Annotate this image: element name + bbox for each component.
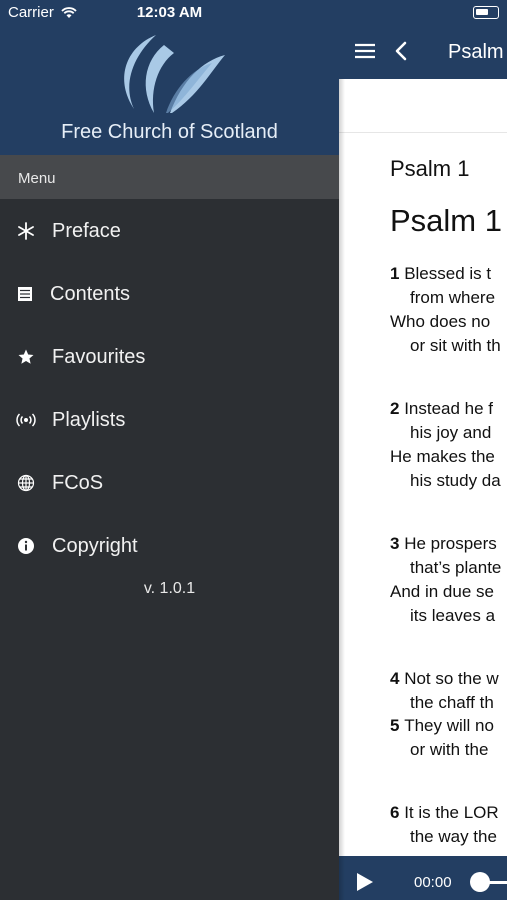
menu-item-playlists[interactable]: Playlists (0, 395, 339, 445)
side-drawer: Carrier 12:03 AM Free Church of Scotland… (0, 0, 339, 900)
menu-item-preface[interactable]: Preface (0, 206, 339, 256)
menu-item-label: FCoS (52, 471, 104, 494)
menu-header-label: Menu (18, 170, 56, 187)
asterisk-icon (0, 221, 52, 241)
verse-text: its leaves a (410, 606, 496, 625)
hamburger-menu-icon[interactable] (355, 43, 375, 59)
nav-title: Psalm (448, 41, 504, 63)
verse-text: He prospers (404, 534, 497, 553)
verse-text: from where (410, 288, 496, 307)
verse-line: He makes the (390, 447, 495, 467)
menu-item-label: Playlists (52, 408, 126, 431)
verse-text: Blessed is t (404, 264, 492, 283)
verse-number: 4 (390, 669, 405, 688)
star-icon (0, 348, 52, 366)
verse-text: They will no (404, 716, 494, 735)
verse-text: And in due se (390, 582, 494, 601)
broadcast-icon (0, 413, 52, 427)
app-screen: Carrier 12:03 AM Free Church of Scotland… (0, 0, 507, 900)
verse-text: It is the LOR (404, 803, 499, 822)
verse-line: or sit with th (410, 336, 501, 356)
verse-text: or with the (410, 740, 489, 759)
list-icon (0, 286, 50, 302)
verse-text: Not so the w (404, 669, 499, 688)
info-icon (0, 537, 52, 555)
playback-time: 00:00 (414, 874, 452, 891)
audio-player: 00:00 (339, 856, 507, 900)
verse-text: his study da (410, 471, 501, 490)
verse-line: Who does no (390, 312, 490, 332)
menu-item-favourites[interactable]: Favourites (0, 332, 339, 382)
verse-line: the way the (410, 827, 497, 847)
back-chevron-icon[interactable] (395, 41, 407, 61)
nav-bar: Psalm (339, 0, 507, 79)
verse-line: 1 Blessed is t (390, 264, 491, 284)
menu-header: Menu (0, 155, 339, 199)
verse-line: or with the (410, 740, 488, 760)
verse-line: from where (410, 288, 495, 308)
menu-item-contents[interactable]: Contents (0, 269, 339, 319)
menu-item-copyright[interactable]: Copyright (0, 521, 339, 571)
battery-icon (473, 6, 499, 19)
verse-text: the way the (410, 827, 497, 846)
menu-item-label: Preface (52, 219, 121, 242)
status-time: 12:03 AM (136, 4, 203, 21)
progress-slider-knob[interactable] (470, 872, 490, 892)
verse-number: 5 (390, 716, 405, 735)
menu-item-fcos[interactable]: FCoS (0, 458, 339, 508)
progress-track[interactable] (487, 881, 507, 884)
verse-line: his joy and (410, 423, 491, 443)
verse-number: 2 (390, 399, 405, 418)
verse-text: that’s plante (410, 558, 502, 577)
verse-line: 2 Instead he f (390, 399, 493, 419)
menu-item-label: Contents (50, 282, 131, 305)
app-version: v. 1.0.1 (143, 580, 196, 597)
verse-text: Who does no (390, 312, 491, 331)
menu-item-label: Copyright (52, 534, 138, 557)
verse-line: the chaff th (410, 693, 494, 713)
play-icon[interactable] (356, 872, 374, 892)
drawer-shadow (339, 79, 345, 900)
psalm-label: Psalm 1 (390, 156, 470, 181)
verse-text: Instead he f (404, 399, 494, 418)
verse-number: 6 (390, 803, 405, 822)
psalm-heading: Psalm 1 (390, 203, 502, 238)
psalm-content: Psalm Psalm 1 Psalm 1 1 Blessed is t from… (339, 0, 507, 900)
verse-text: He makes the (390, 447, 495, 466)
verse-line: its leaves a (410, 606, 495, 626)
verse-text: or sit with th (410, 336, 501, 355)
church-logo-icon (124, 35, 225, 113)
verse-number: 3 (390, 534, 405, 553)
globe-icon (0, 474, 52, 492)
verse-line: his study da (410, 471, 501, 491)
menu-item-label: Favourites (52, 345, 146, 368)
verse-line: 3 He prospers (390, 534, 497, 554)
verse-line: that’s plante (410, 558, 501, 578)
verse-line: 5 They will no (390, 716, 494, 736)
verse-text: the chaff th (410, 693, 494, 712)
verse-line: 6 It is the LOR (390, 803, 499, 823)
organization-name: Free Church of Scotland (61, 121, 278, 143)
content-subbar (339, 79, 507, 133)
verse-line: And in due se (390, 582, 494, 602)
verse-number: 1 (390, 264, 405, 283)
verse-line: 4 Not so the w (390, 669, 499, 689)
verse-text: his joy and (410, 423, 492, 442)
drawer-header: Carrier 12:03 AM Free Church of Scotland (0, 0, 339, 155)
